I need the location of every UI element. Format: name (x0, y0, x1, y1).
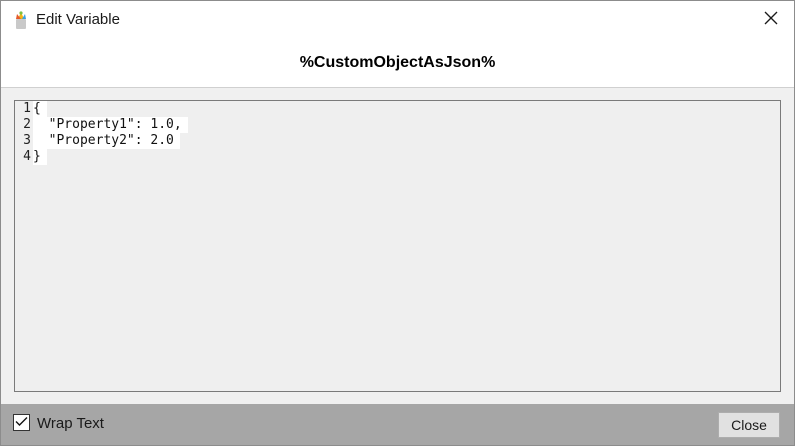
line-text[interactable]: "Property1": 1.0, (33, 117, 188, 133)
wrap-text-checkbox[interactable] (13, 414, 30, 431)
window-title: Edit Variable (36, 11, 120, 28)
checkmark-icon (15, 414, 28, 432)
app-logo-icon (13, 10, 29, 30)
line-text[interactable]: { (33, 101, 47, 117)
wrap-text-label[interactable]: Wrap Text (37, 415, 104, 432)
editor-line: 4 } (15, 149, 780, 165)
line-text[interactable]: } (33, 149, 47, 165)
line-number: 2 (23, 117, 31, 132)
line-text[interactable]: "Property2": 2.0 (33, 133, 180, 149)
editor-line: 3 "Property2": 2.0 (15, 133, 780, 149)
json-editor[interactable]: 1 { 2 "Property1": 1.0, 3 "Property2": 2… (14, 100, 781, 392)
line-number: 4 (23, 149, 31, 164)
close-button[interactable]: Close (718, 412, 780, 438)
line-number: 3 (23, 133, 31, 148)
variable-name: %CustomObjectAsJson% (299, 54, 496, 71)
variable-header: %CustomObjectAsJson% (1, 39, 794, 88)
editor-line: 2 "Property1": 1.0, (15, 117, 780, 133)
line-number: 1 (23, 101, 31, 116)
title-bar: Edit Variable (1, 1, 794, 39)
close-icon (764, 11, 778, 30)
edit-variable-window: Edit Variable %CustomObjectAsJson% 1 { 2… (0, 0, 795, 446)
dialog-footer: Wrap Text Close (1, 404, 794, 445)
window-close-button[interactable] (748, 1, 794, 39)
editor-panel: 1 { 2 "Property1": 1.0, 3 "Property2": 2… (1, 88, 794, 404)
editor-line: 1 { (15, 101, 780, 117)
